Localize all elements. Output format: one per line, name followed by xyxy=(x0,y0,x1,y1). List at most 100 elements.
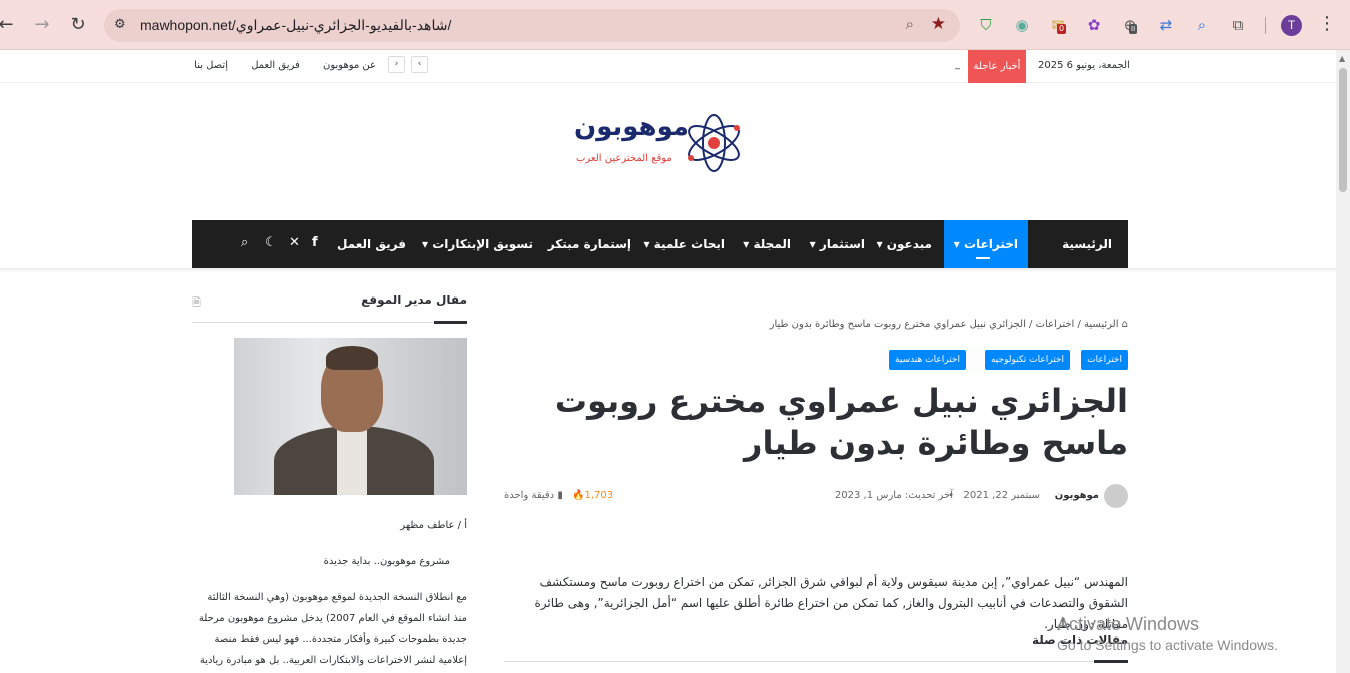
watermark-subtitle: Go to Settings to activate Windows. xyxy=(1057,637,1278,653)
sidebar-author: أ / عاطف مظهر xyxy=(400,520,467,531)
windows-activation-watermark: Activate Windows Go to Settings to activ… xyxy=(1057,614,1278,653)
fire-icon: 🔥 xyxy=(572,490,585,501)
forward-icon[interactable]: → xyxy=(30,13,54,37)
nav-label: المجلة xyxy=(753,237,792,251)
home-icon[interactable]: ⌂ xyxy=(1118,319,1128,330)
ticker-prev-button[interactable]: ‹ xyxy=(411,56,428,73)
updated-date: آخر تحديث: مارس 1, 2023 xyxy=(834,490,953,501)
mail-extension-icon[interactable]: ✉0 xyxy=(1048,15,1068,35)
nav-label: مبدعون xyxy=(886,237,932,251)
read-time: دقيقة واحدة ▮ xyxy=(504,490,563,501)
search-extension-icon[interactable]: ⌕ xyxy=(1192,15,1212,35)
scroll-up-icon[interactable]: ▲ xyxy=(1339,54,1345,63)
zoom-icon[interactable]: ⌕ xyxy=(906,15,914,33)
sidebar-subtitle: مشروع موهوبون.. بداية جديدة xyxy=(323,556,450,567)
header-shadow xyxy=(0,268,1336,272)
nav-inventions[interactable]: اختراعات ▾ xyxy=(943,220,1028,268)
bookmark-icon: ▮ xyxy=(557,490,563,501)
reload-icon[interactable]: ↻ xyxy=(66,13,90,37)
breadcrumb-text[interactable]: الرئيسية / اختراعات / الجزائري نبيل عمرا… xyxy=(770,319,1119,330)
category-tags: اختراعات اختراعات تكنولوجيه اختراعات هند… xyxy=(870,350,1128,370)
shield-extension-icon[interactable]: ⛉ xyxy=(976,15,996,35)
nav-label: ابحاث علمية xyxy=(653,237,725,251)
nav-label: إستمارة مبتكر xyxy=(547,237,631,251)
logo-subtitle: موقع المخترعين العرب xyxy=(576,153,672,164)
search-icon[interactable]: ⌕ xyxy=(241,235,248,250)
tag-engineering-inventions[interactable]: اختراعات هندسية xyxy=(889,350,966,370)
view-count: 🔥1,703 xyxy=(572,490,613,501)
dark-mode-moon-icon[interactable]: ☾ xyxy=(265,235,277,250)
watermark-title: Activate Windows xyxy=(1057,614,1200,634)
author-name[interactable]: موهوبون xyxy=(1055,490,1099,501)
top-link-about[interactable]: عن موهوبون xyxy=(323,60,376,71)
site-logo[interactable]: موهوبون موقع المخترعين العرب xyxy=(570,110,750,180)
mail-badge: 0 xyxy=(1057,24,1067,34)
article-body: المهندس “نبيل عمراوي”, إبن مدينة سيقوس و… xyxy=(534,575,1128,631)
nav-label: استثمار xyxy=(819,237,865,251)
top-bar: الجمعة، يونيو 6 2025 أخبار عاجلة _ › ‹ ع… xyxy=(0,50,1336,83)
profile-avatar[interactable]: T xyxy=(1281,15,1302,36)
photo-hair xyxy=(326,346,378,370)
tag-inventions[interactable]: اختراعات xyxy=(1081,350,1128,370)
top-link-contact[interactable]: إتصل بنا xyxy=(194,60,228,71)
publish-date: • سبتمبر 22, 2021 xyxy=(948,490,1040,501)
related-divider xyxy=(504,661,1128,662)
current-date: الجمعة، يونيو 6 2025 xyxy=(1038,60,1130,71)
top-link-team[interactable]: فريق العمل xyxy=(251,60,300,71)
active-indicator xyxy=(975,257,990,259)
main-navigation: الرئيسية اختراعات ▾ مبدعون ▾ استثمار ▾ ا… xyxy=(192,220,1128,268)
nav-marketing[interactable]: تسويق الإبتكارات ▾ xyxy=(414,220,541,268)
address-bar[interactable]: ⚙ mawhopon.net/شاهد-بالفيديو-الجزائري-نب… xyxy=(104,9,960,42)
nav-label: تسويق الإبتكارات xyxy=(432,237,533,251)
nav-creators[interactable]: مبدعون ▾ xyxy=(869,220,940,268)
web-page: الجمعة، يونيو 6 2025 أخبار عاجلة _ › ‹ ع… xyxy=(0,50,1336,673)
nav-label: الرئيسية xyxy=(1062,237,1112,251)
document-icon: 🗎 xyxy=(192,296,201,309)
nav-label: اختراعات xyxy=(964,237,1018,251)
nav-label: فريق العمل xyxy=(337,237,406,251)
author-photo[interactable] xyxy=(234,338,467,495)
ticker-next-button[interactable]: › xyxy=(388,56,405,73)
nav-magazine[interactable]: المجلة ▾ xyxy=(735,220,799,268)
photo-shirt xyxy=(337,428,367,495)
browser-toolbar: ← → ↻ ⚙ mawhopon.net/شاهد-بالفيديو-الجزا… xyxy=(0,0,1350,50)
nav-investment[interactable]: استثمار ▾ xyxy=(802,220,873,268)
grid-extension-icon[interactable]: ⊕II xyxy=(1120,15,1140,35)
breadcrumb: ⌂ الرئيسية / اختراعات / الجزائري نبيل عم… xyxy=(600,319,1128,330)
ext-badge: II xyxy=(1129,24,1138,34)
sidebar-text: مع انطلاق النسخة الجديدة لموقع موهوبون (… xyxy=(198,592,467,666)
x-twitter-icon[interactable]: ✕ xyxy=(289,235,300,250)
related-divider-accent xyxy=(1094,660,1128,663)
logo-title: موهوبون xyxy=(574,112,689,142)
back-icon[interactable]: ← xyxy=(0,13,18,37)
view-count-text: 1,703 xyxy=(584,490,614,501)
toolbar-separator xyxy=(1265,17,1266,34)
article-title: الجزائري نبيل عمراوي مخترع روبوت ماسح وط… xyxy=(554,382,1128,462)
globe-extension-icon[interactable]: ◉ xyxy=(1012,15,1032,35)
scrollbar-thumb[interactable] xyxy=(1339,68,1347,192)
translate-arrows-icon[interactable]: ⇄ xyxy=(1156,15,1176,35)
puzzle-extensions-icon[interactable]: ⧉ xyxy=(1228,15,1248,35)
sidebar-divider xyxy=(192,322,467,323)
nav-inventor-form[interactable]: إستمارة مبتكر xyxy=(540,220,639,268)
sidebar-widget-title: مقال مدير الموقع xyxy=(361,293,467,307)
nav-team[interactable]: فريق العمل xyxy=(329,220,414,268)
facebook-icon[interactable]: f xyxy=(312,235,318,250)
read-time-text: دقيقة واحدة xyxy=(504,490,555,501)
publish-date-text: سبتمبر 22, 2021 xyxy=(963,490,1040,501)
site-info-icon[interactable]: ⚙ xyxy=(114,17,126,32)
top-links: عن موهوبون فريق العمل إتصل بنا xyxy=(194,60,376,71)
nav-home[interactable]: الرئيسية xyxy=(1054,220,1120,268)
url-text[interactable]: mawhopon.net/شاهد-بالفيديو-الجزائري-نبيل… xyxy=(140,17,451,34)
brain-extension-icon[interactable]: ✿ xyxy=(1084,15,1104,35)
tag-tech-inventions[interactable]: اختراعات تكنولوجيه xyxy=(984,350,1070,370)
sidebar-divider-accent xyxy=(434,321,467,324)
browser-menu-icon[interactable]: ⋮ xyxy=(1318,13,1336,34)
nav-research[interactable]: ابحاث علمية ▾ xyxy=(635,220,733,268)
author-avatar[interactable] xyxy=(1104,484,1128,508)
breaking-news-ticker: _ xyxy=(955,59,960,70)
atom-logo-icon xyxy=(688,114,740,172)
page-scrollbar[interactable]: ▲ xyxy=(1336,50,1350,673)
breaking-news-label: أخبار عاجلة xyxy=(968,50,1026,83)
bookmark-star-icon[interactable]: ★ xyxy=(931,14,946,34)
